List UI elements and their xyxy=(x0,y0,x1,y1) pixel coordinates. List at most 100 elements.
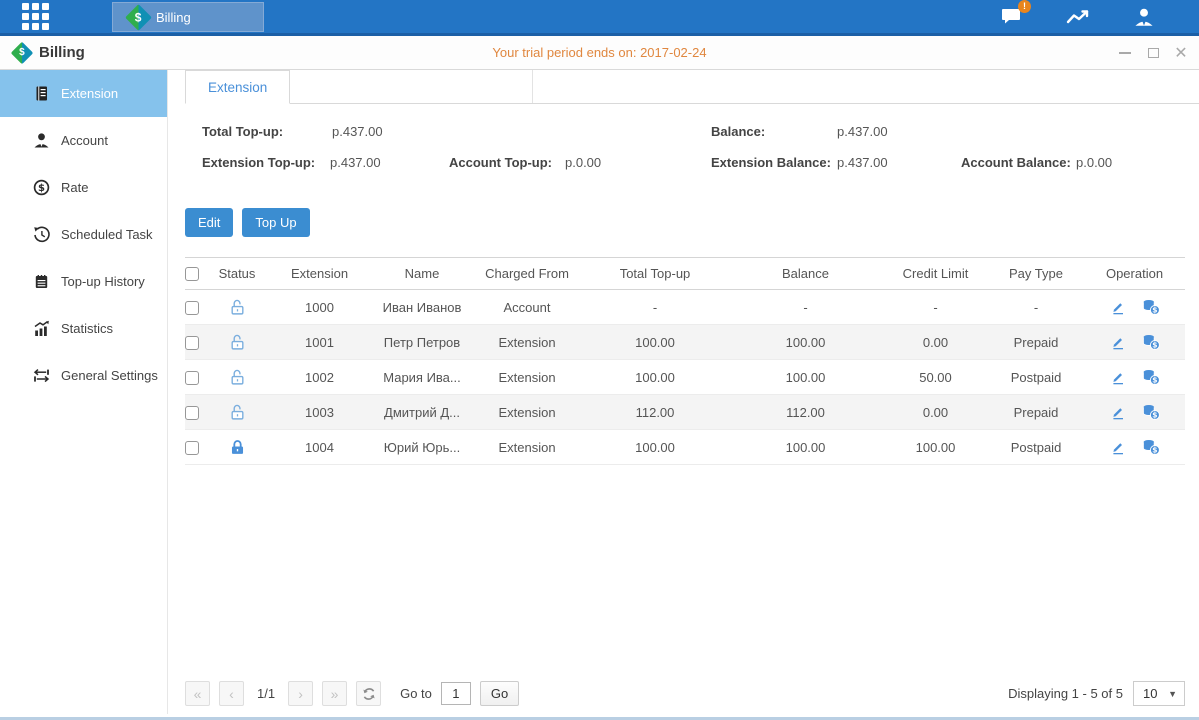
row-checkbox[interactable] xyxy=(185,441,199,455)
extension-topup-label: Extension Top-up: xyxy=(202,155,315,170)
taskbar-tab-billing[interactable]: $ Billing xyxy=(112,2,264,32)
svg-text:$: $ xyxy=(38,183,45,194)
topup-row-icon[interactable]: $ xyxy=(1142,404,1160,420)
balance-value: p.437.00 xyxy=(837,124,888,139)
sidebar-item-scheduled-task[interactable]: Scheduled Task xyxy=(0,211,167,258)
sidebar-item-general-settings[interactable]: General Settings xyxy=(0,352,167,399)
top-up-button[interactable]: Top Up xyxy=(242,208,309,237)
sidebar-item-account[interactable]: Account xyxy=(0,117,167,164)
pagination-bar: « ‹ 1/1 › » Go to Go Displaying 1 - 5 of… xyxy=(185,681,1185,706)
svg-text:$: $ xyxy=(1152,411,1157,420)
balance-label: Balance: xyxy=(711,124,765,139)
ledger-icon xyxy=(33,85,50,102)
table-row[interactable]: 1003 Дмитрий Д... Extension 112.00 112.0… xyxy=(185,395,1185,430)
sidebar-item-topup-history[interactable]: Top-up History xyxy=(0,258,167,305)
minimize-button[interactable] xyxy=(1117,45,1133,61)
line-chart-icon xyxy=(1066,8,1090,26)
sidebar-item-label: Scheduled Task xyxy=(61,227,153,242)
goto-page-input[interactable] xyxy=(441,682,471,705)
page-size-select[interactable]: 10 ▼ xyxy=(1133,681,1185,706)
tab-extension[interactable]: Extension xyxy=(185,70,290,104)
displaying-info: Displaying 1 - 5 of 5 xyxy=(1008,686,1123,701)
extension-balance-value: p.437.00 xyxy=(837,155,888,170)
edit-row-icon[interactable] xyxy=(1110,404,1126,420)
sidebar-item-statistics[interactable]: Statistics xyxy=(0,305,167,352)
first-page-button[interactable]: « xyxy=(185,681,210,706)
billing-diamond-icon: $ xyxy=(125,4,152,31)
window-titlebar: $ Billing Your trial period ends on: 201… xyxy=(0,36,1199,70)
account-balance-label: Account Balance: xyxy=(961,155,1071,170)
main-content: Extension Total Top-up: p.437.00 Balance… xyxy=(168,70,1199,714)
column-header-operation: Operation xyxy=(1084,258,1185,290)
topup-row-icon[interactable]: $ xyxy=(1142,299,1160,315)
svg-text:$: $ xyxy=(1152,446,1157,455)
dollar-circle-icon: $ xyxy=(33,179,50,196)
table-row[interactable]: 1001 Петр Петров Extension 100.00 100.00… xyxy=(185,325,1185,360)
lock-open-icon xyxy=(229,404,246,421)
lock-open-icon xyxy=(229,334,246,351)
account-topup-value: p.0.00 xyxy=(565,155,601,170)
caret-down-icon: ▼ xyxy=(1168,689,1177,699)
table-body: 1000 Иван Иванов Account - - - - xyxy=(185,290,1185,465)
go-button[interactable]: Go xyxy=(480,681,519,706)
goto-label: Go to xyxy=(400,686,432,701)
page-indicator: 1/1 xyxy=(257,686,275,701)
last-page-button[interactable]: » xyxy=(322,681,347,706)
window-title: $ Billing xyxy=(0,44,85,61)
total-topup-value: p.437.00 xyxy=(332,124,383,139)
user-icon xyxy=(1133,7,1155,27)
row-checkbox[interactable] xyxy=(185,406,199,420)
edit-row-icon[interactable] xyxy=(1110,369,1126,385)
column-header-charged-from: Charged From xyxy=(472,258,582,290)
person-icon xyxy=(33,132,50,149)
close-button[interactable]: ✕ xyxy=(1173,45,1189,61)
pager-right: Displaying 1 - 5 of 5 10 ▼ xyxy=(1008,681,1185,706)
lock-open-icon xyxy=(229,369,246,386)
topup-row-icon[interactable]: $ xyxy=(1142,334,1160,350)
row-checkbox[interactable] xyxy=(185,301,199,315)
column-header-total-topup: Total Top-up xyxy=(582,258,728,290)
notifications-button[interactable]: ! xyxy=(997,5,1027,29)
trial-notice: Your trial period ends on: 2017-02-24 xyxy=(0,45,1199,60)
maximize-button[interactable] xyxy=(1145,45,1161,61)
svg-text:$: $ xyxy=(1152,306,1157,315)
billing-diamond-icon: $ xyxy=(11,41,34,64)
edit-row-icon[interactable] xyxy=(1110,439,1126,455)
column-header-credit-limit: Credit Limit xyxy=(883,258,988,290)
user-account-button[interactable] xyxy=(1129,5,1159,29)
column-header-status: Status xyxy=(207,258,267,290)
table-row[interactable]: 1000 Иван Иванов Account - - - - xyxy=(185,290,1185,325)
page-size-value: 10 xyxy=(1143,686,1157,701)
table-row[interactable]: 1004 Юрий Юрь... Extension 100.00 100.00… xyxy=(185,430,1185,465)
taskbar-tab-label: Billing xyxy=(156,10,191,25)
sidebar-item-label: Top-up History xyxy=(61,274,145,289)
select-all-checkbox[interactable] xyxy=(185,267,199,281)
edit-row-icon[interactable] xyxy=(1110,334,1126,350)
row-checkbox[interactable] xyxy=(185,336,199,350)
edit-row-icon[interactable] xyxy=(1110,299,1126,315)
resource-monitor-button[interactable] xyxy=(1063,5,1093,29)
sidebar-item-label: Statistics xyxy=(61,321,113,336)
refresh-button[interactable] xyxy=(356,681,381,706)
topup-row-icon[interactable]: $ xyxy=(1142,439,1160,455)
tab-label: Extension xyxy=(208,80,267,95)
topup-row-icon[interactable]: $ xyxy=(1142,369,1160,385)
svg-text:$: $ xyxy=(1152,341,1157,350)
sidebar-item-rate[interactable]: $ Rate xyxy=(0,164,167,211)
sidebar-item-extension[interactable]: Extension xyxy=(0,70,167,117)
column-header-name: Name xyxy=(372,258,472,290)
prev-page-button[interactable]: ‹ xyxy=(219,681,244,706)
sidebar-item-label: Rate xyxy=(61,180,88,195)
extensions-table: Status Extension Name Charged From Total… xyxy=(185,257,1185,465)
column-header-extension: Extension xyxy=(267,258,372,290)
row-checkbox[interactable] xyxy=(185,371,199,385)
table-header-row: Status Extension Name Charged From Total… xyxy=(185,258,1185,290)
app-title: Billing xyxy=(39,44,85,61)
app-launcher-button[interactable] xyxy=(0,0,70,33)
lock-closed-icon xyxy=(229,439,246,456)
topbar: $ Billing ! xyxy=(0,0,1199,36)
next-page-button[interactable]: › xyxy=(288,681,313,706)
edit-button[interactable]: Edit xyxy=(185,208,233,237)
table-row[interactable]: 1002 Мария Ива... Extension 100.00 100.0… xyxy=(185,360,1185,395)
account-balance-value: p.0.00 xyxy=(1076,155,1112,170)
